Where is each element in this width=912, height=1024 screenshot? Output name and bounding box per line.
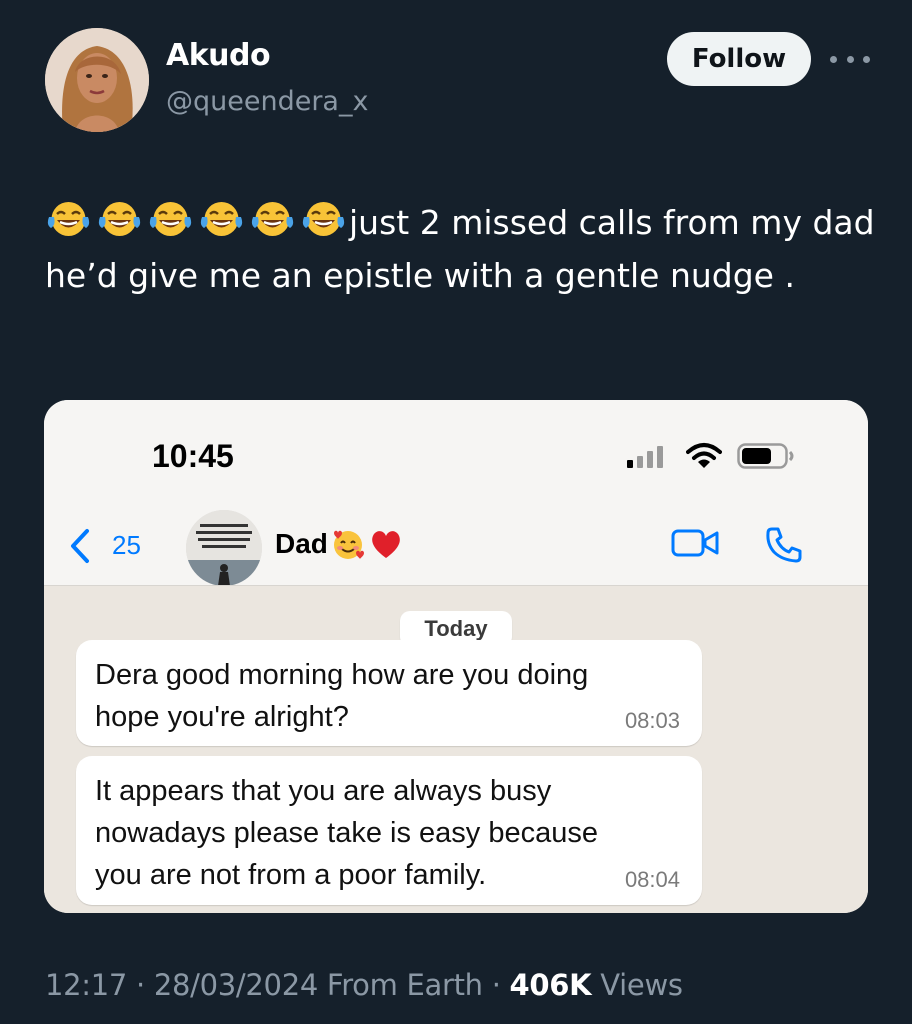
face-with-tears-of-joy-icon xyxy=(149,202,192,236)
tweet-source: From Earth xyxy=(326,968,483,1002)
author-avatar[interactable] xyxy=(45,28,149,132)
cellular-signal-icon xyxy=(627,446,663,468)
message-bubble[interactable]: It appears that you are always busy nowa… xyxy=(76,756,702,905)
contact-name[interactable]: Dad xyxy=(275,527,404,561)
message-time: 08:03 xyxy=(624,708,680,733)
face-with-tears-of-joy-icon xyxy=(251,202,294,236)
tweet-media-image[interactable]: 10:45 25 Dad Today Dera good morning how… xyxy=(44,400,868,913)
red-heart-icon xyxy=(372,531,400,558)
smiling-face-with-hearts-icon xyxy=(333,530,364,559)
author-handle[interactable]: @queendera_x xyxy=(166,86,368,117)
separator-dot: · xyxy=(491,968,501,1002)
face-with-tears-of-joy-icon xyxy=(302,202,345,236)
message-text: Dera good morning how are you doing hope… xyxy=(95,659,589,733)
message-time: 08:04 xyxy=(624,867,680,892)
phone-header xyxy=(44,400,868,586)
author-display-name[interactable]: Akudo xyxy=(166,38,271,73)
tweet-text: just 2 missed calls from my dad he’d giv… xyxy=(45,196,875,302)
message-bubble[interactable]: Dera good morning how are you doing hope… xyxy=(76,640,702,746)
face-with-tears-of-joy-icon xyxy=(98,202,141,236)
contact-name-text: Dad xyxy=(275,528,328,559)
more-options-icon[interactable] xyxy=(830,44,870,74)
contact-avatar[interactable] xyxy=(186,510,262,586)
wifi-icon xyxy=(686,443,722,468)
video-call-icon[interactable] xyxy=(671,527,721,559)
tweet-time[interactable]: 12:17 xyxy=(45,968,127,1002)
status-bar-time: 10:45 xyxy=(152,438,234,474)
battery-icon xyxy=(737,443,794,469)
phone-call-icon[interactable] xyxy=(764,525,804,565)
message-text: It appears that you are always busy nowa… xyxy=(95,775,598,891)
tweet-date[interactable]: 28/03/2024 xyxy=(154,968,318,1002)
face-with-tears-of-joy-icon xyxy=(200,202,243,236)
unread-chats-count[interactable]: 25 xyxy=(112,530,141,561)
views-count[interactable]: 406K xyxy=(510,968,592,1002)
tweet-meta: 12:17 · 28/03/2024 From Earth · 406K Vie… xyxy=(45,968,683,1002)
follow-button[interactable]: Follow xyxy=(667,32,811,86)
separator-dot: · xyxy=(136,968,145,1002)
laughing-emoji-group xyxy=(45,199,347,239)
back-chevron-icon[interactable] xyxy=(68,528,92,564)
views-label: Views xyxy=(600,968,683,1002)
face-with-tears-of-joy-icon xyxy=(47,202,90,236)
